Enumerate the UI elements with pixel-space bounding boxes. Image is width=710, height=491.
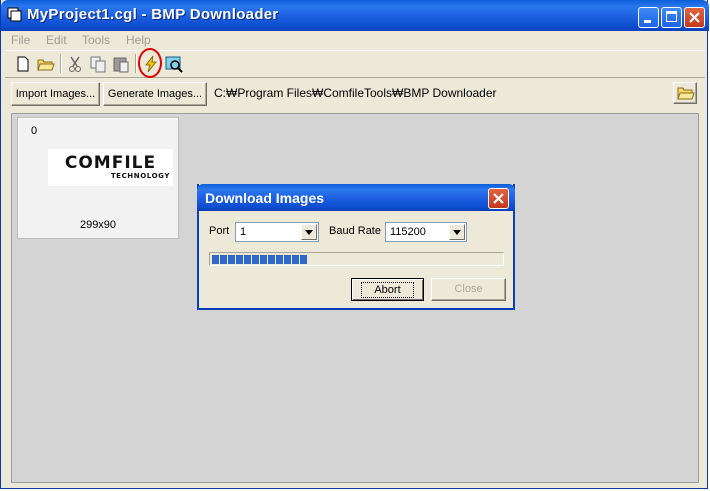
progress-segment (244, 255, 251, 264)
close-icon (689, 12, 700, 23)
close-icon (493, 193, 504, 204)
progress-segment (292, 255, 299, 264)
minimize-icon (644, 20, 651, 23)
menu-bar: File Edit Tools Help (5, 31, 705, 50)
abort-button[interactable]: Abort (351, 278, 424, 301)
download-progress-bar (209, 252, 504, 266)
progress-segment (220, 255, 227, 264)
progress-segment (300, 255, 307, 264)
toolbar (5, 48, 705, 78)
close-button[interactable]: Close (431, 278, 506, 301)
minimize-button[interactable] (638, 7, 659, 28)
open-folder-icon[interactable] (36, 54, 56, 74)
close-window-button[interactable] (684, 7, 705, 28)
progress-segment (284, 255, 291, 264)
download-lightning-icon[interactable] (141, 54, 161, 74)
window-title: MyProject1.cgl - BMP Downloader (27, 6, 279, 23)
port-select[interactable]: 1 (235, 222, 319, 242)
browse-folder-button[interactable] (673, 82, 697, 104)
dialog-title: Download Images (205, 190, 325, 206)
maximize-button[interactable] (661, 7, 682, 28)
new-file-icon[interactable] (13, 54, 33, 74)
menu-tools[interactable]: Tools (82, 33, 110, 47)
comfile-logo: COMFILE TECHNOLOGY (48, 149, 173, 186)
menu-edit[interactable]: Edit (46, 33, 67, 47)
image-thumbnail[interactable]: 0 COMFILE TECHNOLOGY 299x90 (17, 117, 179, 239)
baud-dropdown-arrow[interactable] (449, 224, 465, 240)
download-images-dialog: Download Images Port 1 Baud Rate 115200 (197, 184, 515, 310)
progress-segment (268, 255, 275, 264)
menu-help[interactable]: Help (126, 33, 151, 47)
paste-icon[interactable] (111, 54, 131, 74)
title-bar[interactable]: MyProject1.cgl - BMP Downloader (1, 0, 709, 31)
main-window: MyProject1.cgl - BMP Downloader File Edi… (0, 0, 709, 489)
chevron-down-icon (453, 230, 461, 235)
baud-rate-select[interactable]: 115200 (385, 222, 467, 242)
preview-icon[interactable] (164, 54, 184, 74)
progress-segment (260, 255, 267, 264)
port-label: Port (209, 225, 230, 237)
progress-segment (276, 255, 283, 264)
copy-icon[interactable] (88, 54, 108, 74)
import-images-button[interactable]: Import Images... (11, 82, 100, 106)
toolbar-separator (60, 54, 62, 73)
port-dropdown-arrow[interactable] (301, 224, 317, 240)
image-index: 0 (31, 125, 38, 137)
dialog-title-bar[interactable]: Download Images (197, 184, 515, 211)
progress-segment (228, 255, 235, 264)
progress-segment (212, 255, 219, 264)
folder-icon (677, 87, 695, 100)
menu-file[interactable]: File (11, 33, 30, 47)
progress-segment (252, 255, 259, 264)
path-label: C:₩Program Files₩ComfileTools₩BMP Downlo… (214, 86, 497, 100)
path-bar: Import Images... Generate Images... C:₩P… (5, 78, 705, 110)
maximize-icon (666, 11, 677, 22)
toolbar-separator (135, 54, 137, 73)
baud-rate-label: Baud Rate (329, 225, 381, 237)
app-icon (7, 7, 22, 22)
progress-segment (236, 255, 243, 264)
generate-images-button[interactable]: Generate Images... (103, 82, 207, 106)
cut-icon[interactable] (65, 54, 85, 74)
image-size-label: 299x90 (79, 219, 117, 231)
chevron-down-icon (305, 230, 313, 235)
dialog-close-button[interactable] (488, 188, 509, 209)
